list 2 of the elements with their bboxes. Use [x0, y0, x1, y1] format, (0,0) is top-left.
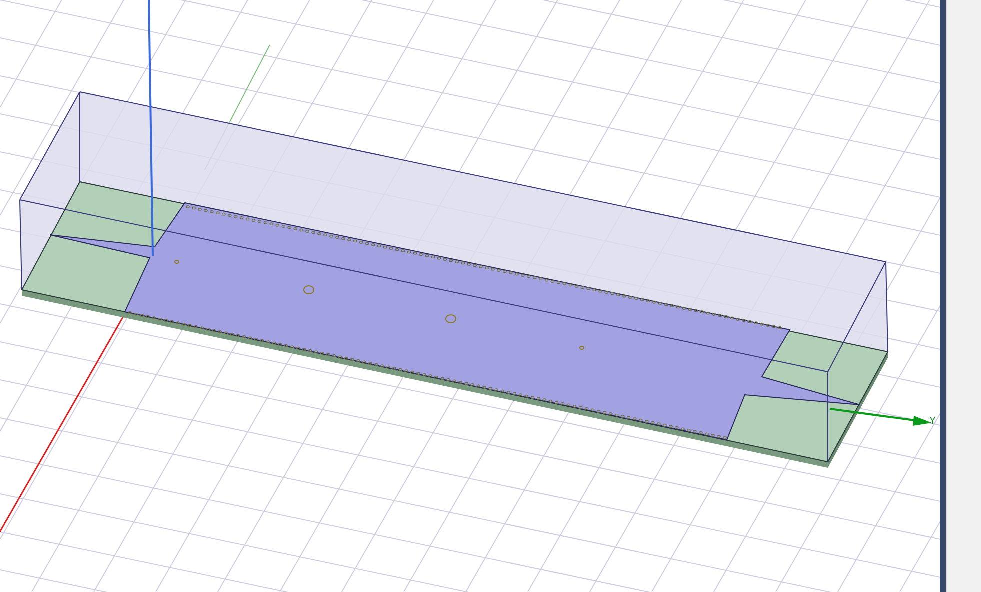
- 3d-viewport[interactable]: Y: [0, 0, 940, 592]
- axis-label: Y: [930, 417, 936, 427]
